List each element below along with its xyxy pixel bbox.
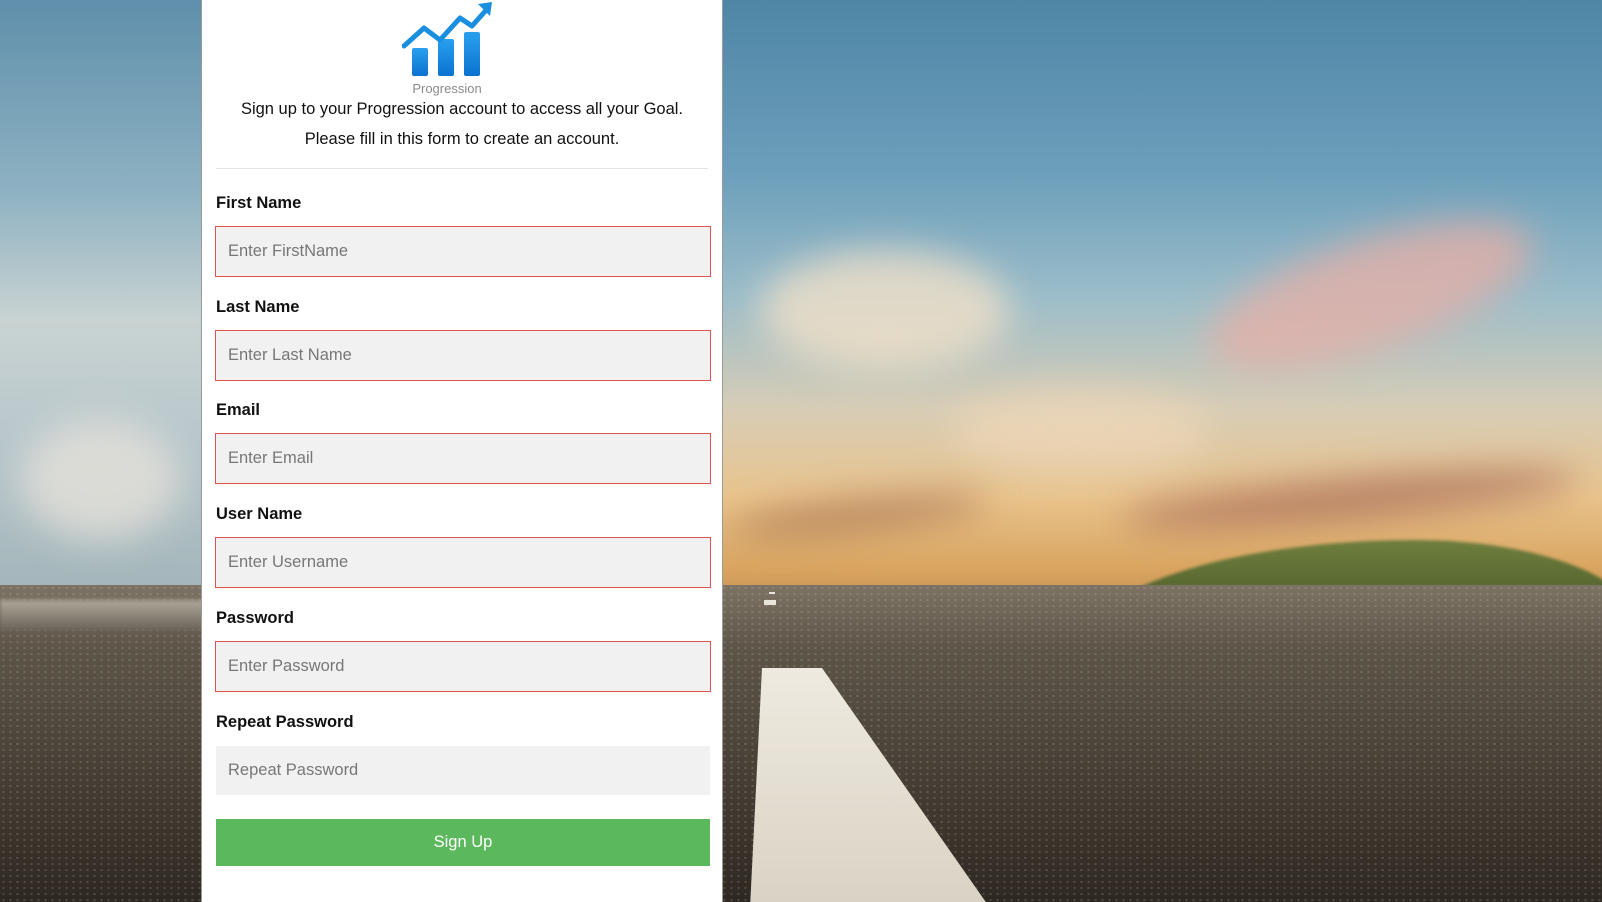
road-lane-dash [764, 600, 776, 605]
background-horizon [0, 600, 210, 630]
background-sky-left [0, 0, 210, 640]
sign-up-button[interactable]: Sign Up [216, 819, 710, 866]
intro-subtext: Please fill in this form to create an ac… [304, 130, 620, 148]
last-name-label: Last Name [216, 298, 300, 316]
road-lane-dash [769, 592, 775, 594]
divider [216, 168, 708, 169]
password-label: Password [216, 609, 294, 627]
background-cloud [760, 250, 1010, 370]
first-name-input[interactable] [215, 226, 711, 277]
first-name-label: First Name [216, 194, 302, 212]
background-cloud [20, 420, 180, 540]
growth-chart-icon [402, 2, 492, 76]
email-input[interactable] [215, 433, 711, 484]
signup-panel: Progression Sign up to your Progression … [201, 0, 723, 902]
background-cloud [950, 390, 1210, 470]
password-input[interactable] [215, 641, 711, 692]
username-input[interactable] [215, 537, 711, 588]
intro-text: Sign up to your Progression account to a… [240, 100, 684, 118]
repeat-password-input[interactable] [216, 746, 710, 795]
last-name-input[interactable] [215, 330, 711, 381]
email-label: Email [216, 401, 261, 419]
repeat-password-label: Repeat Password [216, 713, 354, 731]
logo-caption: Progression [412, 81, 482, 96]
username-label: User Name [216, 505, 303, 523]
